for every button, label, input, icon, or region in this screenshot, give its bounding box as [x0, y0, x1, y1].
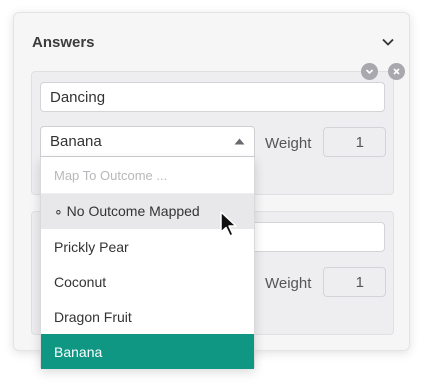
- expand-answer-button[interactable]: [361, 63, 378, 80]
- outcome-dropdown-menu: Map To Outcome ... ∘ No Outcome Mapped P…: [40, 157, 255, 369]
- outcome-select[interactable]: Banana: [40, 126, 255, 157]
- dropdown-option[interactable]: Dragon Fruit: [41, 299, 254, 334]
- panel-title: Answers: [32, 34, 95, 51]
- dropdown-option-selected[interactable]: Banana: [41, 334, 254, 369]
- weight-input[interactable]: 1: [323, 267, 386, 297]
- answer-text-input[interactable]: Dancing: [40, 82, 385, 112]
- remove-answer-button[interactable]: [388, 63, 405, 80]
- caret-up-icon: [234, 138, 245, 145]
- weight-label: Weight: [265, 135, 312, 152]
- outcome-search-input[interactable]: Map To Outcome ...: [41, 157, 254, 194]
- close-icon: [392, 67, 401, 76]
- dropdown-option[interactable]: Coconut: [41, 264, 254, 299]
- collapse-chevron-icon[interactable]: [381, 35, 395, 49]
- weight-label: Weight: [265, 275, 312, 292]
- weight-input[interactable]: 1: [323, 127, 386, 157]
- mouse-pointer-icon: [219, 210, 239, 238]
- chevron-down-icon: [365, 67, 374, 76]
- outcome-select-value: Banana: [50, 133, 102, 150]
